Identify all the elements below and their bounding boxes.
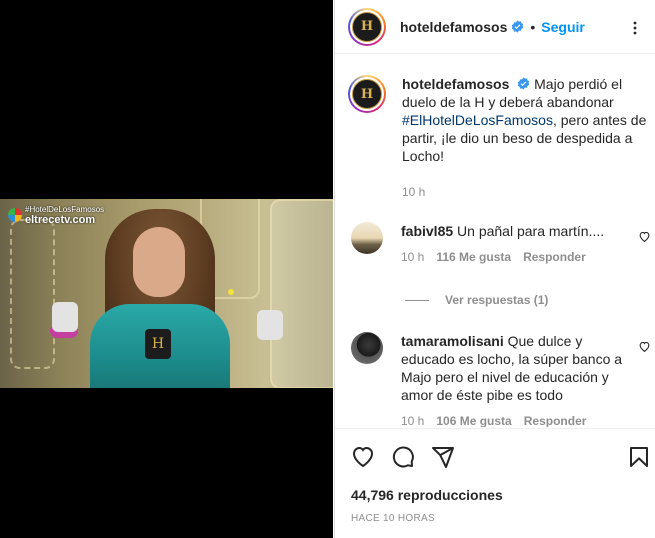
left-hand (52, 302, 78, 332)
comment-icon[interactable] (391, 445, 415, 469)
action-icons (351, 445, 651, 471)
instagram-post-modal: H #HotelDeLosFamosos eltrecetv.com H hot… (0, 0, 655, 538)
verified-badge-icon (518, 77, 530, 90)
follow-button[interactable]: Seguir (541, 19, 585, 35)
post-caption: H hoteldefamosos Majo perdió el duelo de… (348, 75, 648, 165)
comment-likes[interactable]: 116 Me gusta (436, 250, 511, 264)
caption-hashtag[interactable]: #ElHotelDeLosFamosos (402, 112, 553, 128)
bookmark-icon[interactable] (627, 445, 651, 469)
video-player[interactable]: H #HotelDeLosFamosos eltrecetv.com (0, 199, 333, 388)
post-side-panel: H hoteldefamosos • Seguir H hoteldefamos… (334, 0, 655, 538)
yellow-dot (228, 289, 234, 295)
view-count[interactable]: 44,796 reproducciones (351, 487, 503, 503)
channel-watermark: #HotelDeLosFamosos eltrecetv.com (8, 205, 104, 226)
post-timestamp[interactable]: HACE 10 HORAS (351, 513, 435, 524)
verified-badge-icon (512, 20, 524, 33)
comment-item: fabivl85 Un pañal para martín.... 10 h 1… (351, 222, 651, 264)
comment-text: Un pañal para martín.... (457, 223, 605, 239)
eltrece-logo-icon (8, 208, 22, 222)
shirt-logo: H (145, 329, 171, 359)
comment-item: tamaramolisani Que dulce y educado es lo… (351, 332, 651, 427)
heart-icon[interactable] (351, 445, 375, 469)
post-actions: 44,796 reproducciones HACE 10 HORAS (335, 428, 655, 538)
caption-time[interactable]: 10 h (402, 185, 425, 199)
heart-icon[interactable] (638, 340, 651, 353)
post-header: H hoteldefamosos • Seguir (335, 0, 655, 54)
author-username[interactable]: hoteldefamosos (400, 19, 507, 35)
caption-avatar[interactable]: H (348, 75, 386, 113)
comment-likes[interactable]: 106 Me gusta (436, 414, 511, 427)
watermark-site: eltrecetv.com (25, 214, 96, 226)
comment-username[interactable]: tamaramolisani (401, 333, 504, 349)
hotel-logo-icon: H (352, 79, 382, 109)
right-hand (257, 310, 283, 340)
background-decoration (10, 219, 55, 369)
commenter-avatar[interactable] (351, 222, 383, 254)
view-replies-button[interactable]: Ver respuestas (1) (405, 293, 548, 307)
commenter-avatar[interactable] (351, 332, 383, 364)
more-options-icon[interactable] (625, 18, 645, 38)
heart-icon[interactable] (638, 230, 651, 243)
comment-time[interactable]: 10 h (401, 414, 424, 427)
replies-divider (405, 299, 429, 301)
background-decoration (270, 199, 333, 388)
separator-dot: • (530, 18, 536, 35)
video-pane[interactable]: H #HotelDeLosFamosos eltrecetv.com (0, 0, 333, 538)
author-avatar[interactable]: H (348, 7, 386, 46)
comments-list[interactable]: H hoteldefamosos Majo perdió el duelo de… (335, 55, 655, 427)
person-face (133, 227, 185, 297)
comment-username[interactable]: fabivl85 (401, 223, 453, 239)
reply-button[interactable]: Responder (523, 250, 586, 264)
reply-button[interactable]: Responder (524, 414, 587, 427)
caption-username[interactable]: hoteldefamosos (402, 76, 509, 92)
view-replies-label: Ver respuestas (1) (445, 293, 549, 307)
share-icon[interactable] (431, 445, 455, 469)
hotel-logo-icon: H (352, 11, 382, 42)
comment-time[interactable]: 10 h (401, 250, 424, 264)
